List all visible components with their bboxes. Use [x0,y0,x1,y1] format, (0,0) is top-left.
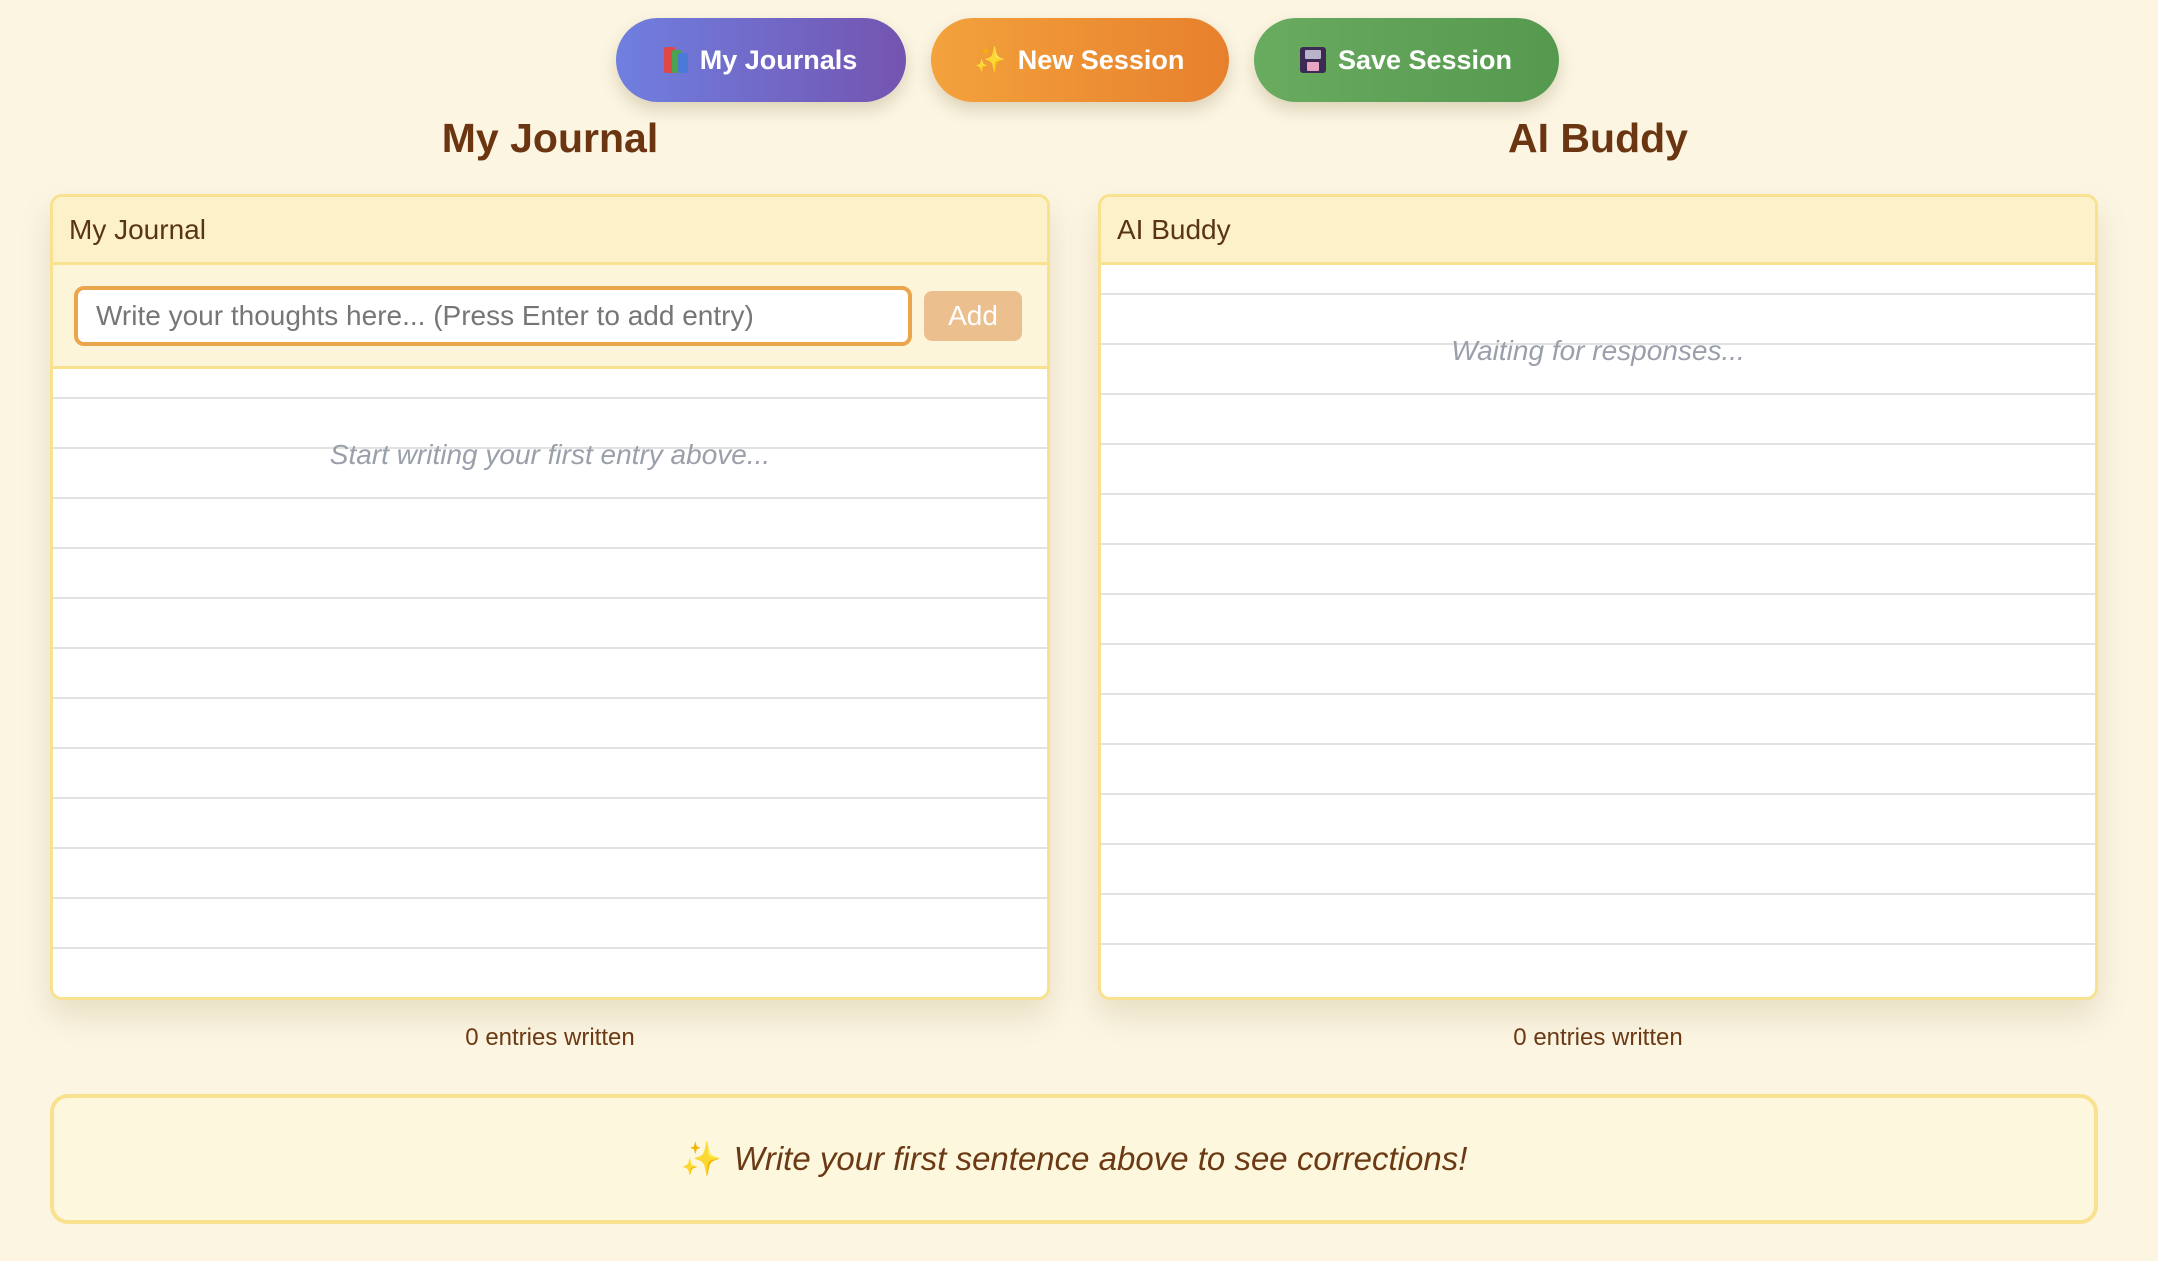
journal-entry-count: 0 entries written [465,1024,635,1051]
floppy-disk-icon [1299,47,1326,73]
journal-empty-message: Start writing your first entry above... [329,439,771,470]
books-icon [663,47,688,73]
sparkles-icon: ✨ [974,45,1006,74]
ai-buddy-entry-count: 0 entries written [1513,1024,1683,1051]
journal-entry-input[interactable] [74,285,912,346]
new-session-label: New Session [1017,44,1185,75]
ai-buddy-title: AI Buddy [1508,115,1688,161]
journal-title: My Journal [441,115,659,161]
entry-input-row: Add [53,265,1047,369]
toolbar: My Journals ✨ New Session Save Session [0,18,2158,102]
ai-buddy-panel: AI Buddy Waiting for responses... [1098,194,2098,1000]
corrections-banner-text: Write your first sentence above to see c… [733,1140,1468,1177]
sparkles-icon: ✨ [680,1139,722,1177]
ai-buddy-responses-area: Waiting for responses... [1101,265,2095,997]
journal-entries-area: Start writing your first entry above... [53,369,1047,997]
my-journals-button[interactable]: My Journals [615,18,906,102]
save-session-label: Save Session [1337,44,1513,75]
ai-buddy-panel-header: AI Buddy [1101,197,2095,265]
new-session-button[interactable]: ✨ New Session [930,18,1229,102]
journal-panel: My Journal Add Start writing your first … [50,194,1050,1000]
corrections-banner: ✨ Write your first sentence above to see… [50,1094,2098,1224]
ai-buddy-empty-message: Waiting for responses... [1451,335,1745,366]
my-journals-label: My Journals [699,44,858,75]
journal-panel-header: My Journal [53,197,1047,265]
journal-app: My Journals ✨ New Session Save Session M… [0,0,2158,1261]
add-entry-button[interactable]: Add [924,290,1022,341]
save-session-button[interactable]: Save Session [1253,18,1559,102]
